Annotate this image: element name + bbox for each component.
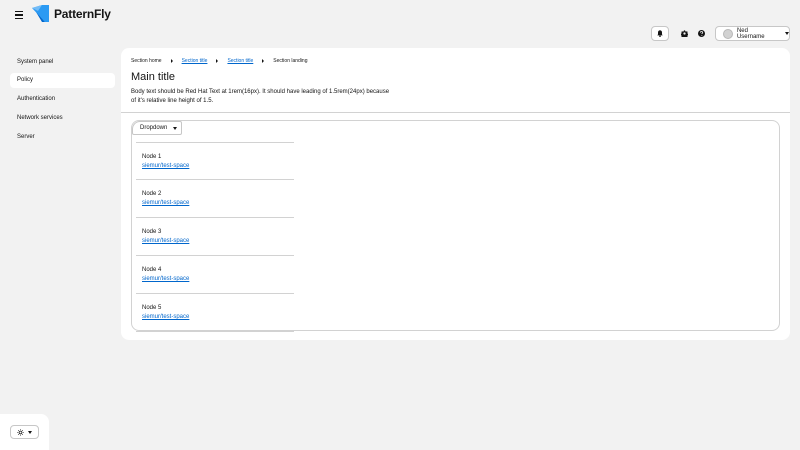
gear-icon bbox=[680, 30, 688, 37]
user-menu-toggle[interactable]: Ned Username bbox=[715, 26, 790, 41]
sidebar-item-network-services[interactable]: Network services bbox=[10, 111, 115, 126]
theme-toggle-button[interactable] bbox=[10, 425, 39, 439]
node-link[interactable]: siemur/test-space bbox=[142, 163, 189, 169]
node-name: Node 5 bbox=[142, 305, 162, 311]
notifications-button[interactable] bbox=[651, 26, 669, 41]
node-link[interactable]: siemur/test-space bbox=[142, 200, 189, 206]
masthead: PatternFly Ned Username bbox=[0, 0, 800, 48]
list-item: Node 4 siemur/test-space bbox=[136, 256, 294, 294]
node-link[interactable]: siemur/test-space bbox=[142, 314, 189, 320]
settings-button[interactable] bbox=[678, 26, 690, 41]
node-name: Node 3 bbox=[142, 229, 162, 235]
sun-icon bbox=[17, 428, 24, 436]
main-content: Section home Section title Section title… bbox=[121, 48, 790, 340]
breadcrumb-link-section-title[interactable]: Section title bbox=[227, 58, 253, 64]
list-item: Node 3 siemur/test-space bbox=[136, 218, 294, 256]
brand-logo[interactable]: PatternFly bbox=[32, 5, 111, 22]
sidebar-item-system-panel[interactable]: System panel bbox=[10, 55, 115, 70]
list-item: Node 1 siemur/test-space bbox=[136, 142, 294, 180]
help-icon bbox=[697, 30, 705, 37]
breadcrumb-link-section-title[interactable]: Section title bbox=[182, 58, 208, 64]
help-button[interactable] bbox=[695, 26, 707, 41]
dropdown-label: Dropdown bbox=[140, 125, 168, 131]
node-name: Node 1 bbox=[142, 154, 162, 160]
breadcrumb-item-section-landing: Section landing bbox=[273, 58, 308, 64]
node-link[interactable]: siemur/test-space bbox=[142, 276, 189, 282]
sidebar-item-policy[interactable]: Policy bbox=[10, 73, 115, 88]
node-link[interactable]: siemur/test-space bbox=[142, 238, 189, 244]
chevron-right-icon bbox=[170, 59, 173, 63]
avatar bbox=[723, 28, 733, 39]
node-list: Node 1 siemur/test-space Node 2 siemur/t… bbox=[136, 142, 294, 332]
page-title: Main title bbox=[131, 71, 176, 83]
divider bbox=[121, 112, 790, 113]
chevron-right-icon bbox=[216, 59, 219, 63]
sidebar-item-authentication[interactable]: Authentication bbox=[10, 92, 115, 107]
sidebar-item-server[interactable]: Server bbox=[10, 130, 115, 145]
breadcrumb: Section home Section title Section title… bbox=[131, 58, 308, 64]
page-description: Body text should be Red Hat Text at 1rem… bbox=[131, 89, 390, 104]
caret-down-icon bbox=[28, 430, 32, 434]
bell-icon bbox=[657, 30, 663, 37]
list-item: Node 2 siemur/test-space bbox=[136, 180, 294, 218]
user-name: Ned Username bbox=[736, 27, 765, 40]
caret-down-icon bbox=[173, 126, 178, 130]
patternfly-logo-icon bbox=[32, 5, 49, 22]
menu-icon[interactable] bbox=[12, 8, 26, 22]
brand-name: PatternFly bbox=[54, 6, 111, 21]
breadcrumb-item-section-home: Section home bbox=[131, 58, 162, 64]
node-card: Dropdown Node 1 siemur/test-space Node 2… bbox=[131, 120, 780, 332]
list-item: Node 5 siemur/test-space bbox=[136, 294, 294, 332]
caret-down-icon bbox=[785, 32, 789, 35]
dropdown-toggle[interactable]: Dropdown bbox=[132, 121, 182, 135]
node-name: Node 4 bbox=[142, 267, 162, 273]
node-name: Node 2 bbox=[142, 191, 162, 197]
chevron-right-icon bbox=[262, 59, 265, 63]
